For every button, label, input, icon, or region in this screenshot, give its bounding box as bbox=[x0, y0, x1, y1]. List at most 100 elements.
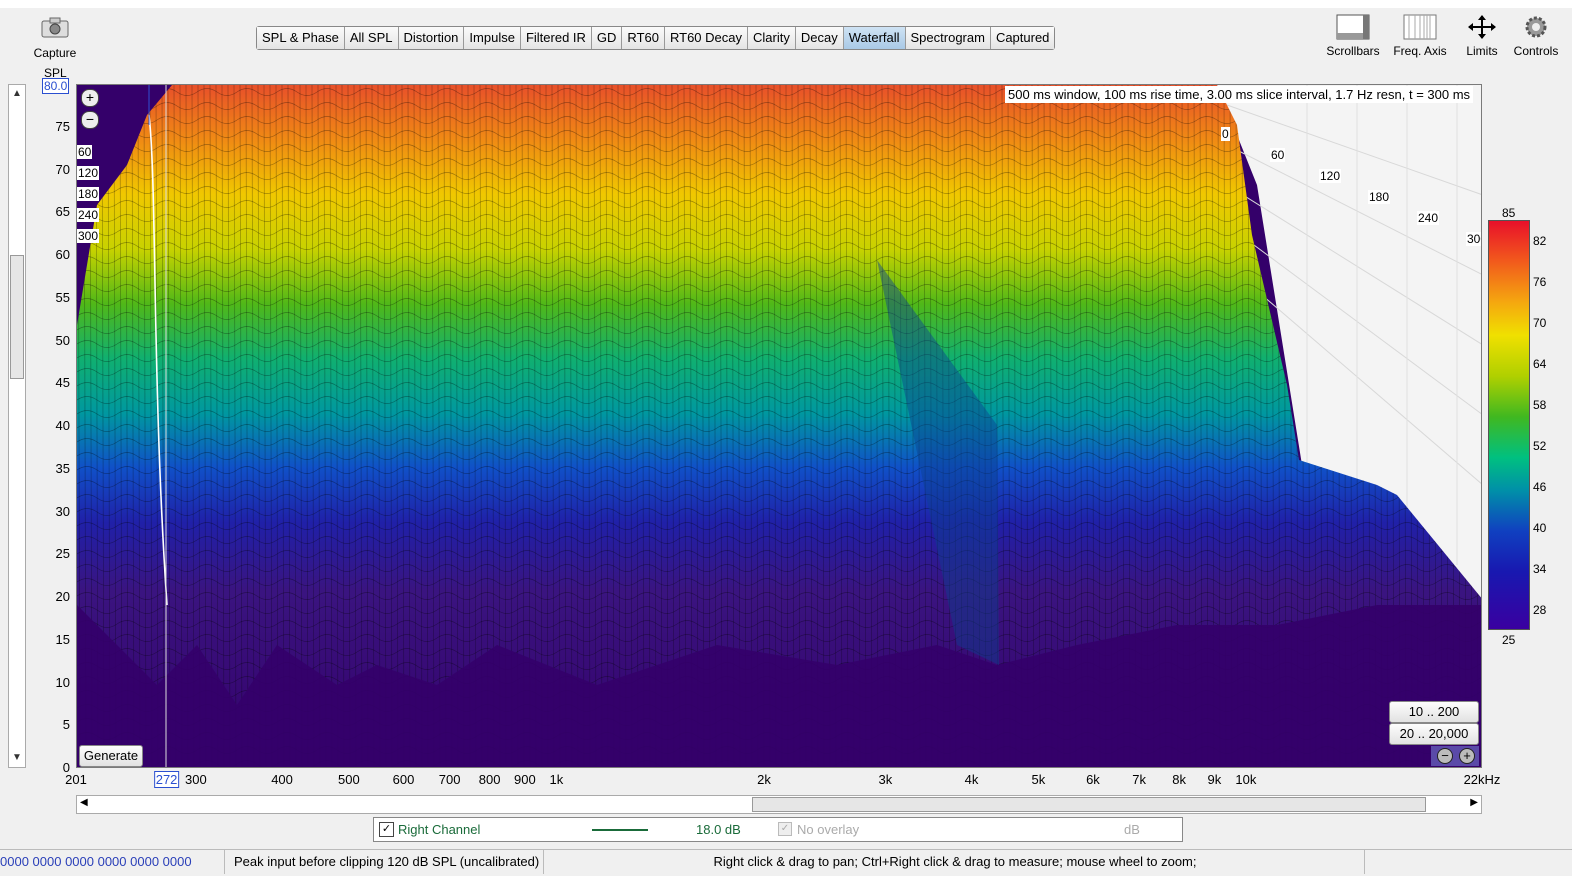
scroll-left-arrow-icon[interactable]: ◀ bbox=[80, 797, 88, 808]
vertical-scroll-thumb[interactable] bbox=[10, 255, 24, 379]
y-tick-label: 60 bbox=[55, 247, 70, 262]
range-20-20000-button[interactable]: 20 .. 20,000 bbox=[1389, 723, 1479, 745]
limits-button[interactable]: Limits bbox=[1452, 14, 1512, 58]
scrollbars-button[interactable]: Scrollbars bbox=[1322, 14, 1384, 58]
tab-decay[interactable]: Decay bbox=[795, 27, 844, 49]
time-label-right: 120 bbox=[1319, 169, 1342, 183]
time-label-right: 60 bbox=[1270, 148, 1286, 162]
right-channel-checkbox[interactable]: ✓ bbox=[379, 822, 394, 837]
status-bar: 0000 0000 0000 0000 0000 0000 Peak input… bbox=[0, 849, 1572, 876]
time-label-right: 300 bbox=[1466, 232, 1481, 246]
y-tick-label: 70 bbox=[55, 161, 70, 177]
y-tick-label: 45 bbox=[55, 375, 70, 391]
x-tick-label: 22kHz bbox=[1463, 772, 1501, 787]
y-tick-label: 40 bbox=[55, 418, 70, 433]
status-levels: 0000 0000 0000 0000 0000 0000 bbox=[0, 850, 225, 874]
colorbar-tick-label: 46 bbox=[1533, 479, 1547, 494]
scrollbars-icon bbox=[1322, 14, 1384, 40]
y-tick-label: 5 bbox=[62, 717, 70, 733]
zoom-out-circle-icon[interactable]: − bbox=[1437, 748, 1453, 764]
y-tick-label: 65 bbox=[55, 204, 70, 220]
generate-button[interactable]: Generate bbox=[79, 745, 143, 767]
colorbar-tick-label: 82 bbox=[1533, 233, 1547, 248]
colorbar-tick-label: 58 bbox=[1533, 397, 1547, 412]
tab-bar: SPL & Phase All SPL Distortion Impulse Filte… bbox=[256, 26, 1056, 50]
time-label-right: 180 bbox=[1368, 190, 1391, 204]
scroll-right-arrow-icon[interactable]: ▶ bbox=[1470, 797, 1478, 808]
controls-button[interactable]: Controls bbox=[1506, 14, 1566, 58]
x-tick-label: 4k bbox=[964, 772, 979, 787]
legend-bar: ✓ Right Channel 18.0 dB ✓ No overlay dB bbox=[373, 817, 1183, 842]
x-tick-label: 9k bbox=[1207, 772, 1222, 787]
colorbar-tick-label: 34 bbox=[1533, 561, 1547, 576]
x-tick-label: 700 bbox=[438, 772, 461, 787]
y-top-value: 80.0 bbox=[42, 78, 70, 94]
y-tick-label: 30 bbox=[55, 503, 70, 519]
time-label-left: 240 bbox=[77, 208, 100, 222]
status-hint: Right click & drag to pan; Ctrl+Right cl… bbox=[546, 850, 1365, 874]
x-tick-label: 201 bbox=[65, 772, 87, 787]
x-tick-label: 8k bbox=[1172, 772, 1186, 787]
colorbar-tick-label: 40 bbox=[1533, 520, 1547, 535]
waterfall-surface bbox=[77, 85, 1481, 767]
range-10-200-button[interactable]: 10 .. 200 bbox=[1389, 701, 1479, 723]
zoom-controls: − + bbox=[1431, 746, 1479, 766]
controls-label: Controls bbox=[1513, 44, 1559, 58]
scroll-down-arrow-icon[interactable]: ▼ bbox=[9, 749, 25, 767]
tab-waterfall[interactable]: Waterfall bbox=[843, 27, 906, 49]
capture-button[interactable]: Capture bbox=[25, 16, 85, 60]
tab-spectrogram[interactable]: Spectrogram bbox=[905, 27, 991, 49]
right-channel-value: 18.0 dB bbox=[696, 822, 741, 837]
cursor-frequency: 272 bbox=[153, 771, 180, 788]
tab-rt60-decay[interactable]: RT60 Decay bbox=[664, 27, 748, 49]
right-channel-label: Right Channel bbox=[398, 822, 481, 837]
y-tick-label: 15 bbox=[55, 631, 70, 647]
tab-spl-phase[interactable]: SPL & Phase bbox=[257, 27, 345, 49]
horizontal-scroll-thumb[interactable] bbox=[752, 797, 1426, 812]
scroll-up-arrow-icon[interactable]: ▲ bbox=[9, 85, 25, 103]
x-tick-label: 900 bbox=[514, 772, 536, 787]
vertical-scrollbar[interactable]: ▲ ▼ bbox=[8, 84, 26, 768]
no-overlay-checkbox[interactable]: ✓ bbox=[778, 822, 792, 836]
title-strip bbox=[0, 0, 1572, 8]
tab-clarity[interactable]: Clarity bbox=[748, 27, 796, 49]
x-tick-label: 2k bbox=[757, 772, 771, 787]
waterfall-plot[interactable]: + − 500 ms window, 100 ms rise time, 3.0… bbox=[76, 84, 1482, 768]
time-label-left: 180 bbox=[77, 187, 100, 201]
colorbar-tick-label: 64 bbox=[1533, 356, 1547, 371]
right-channel-line bbox=[592, 829, 648, 831]
x-tick-label: 3k bbox=[878, 772, 893, 787]
x-tick-label: 400 bbox=[271, 772, 293, 787]
waterfall-info: 500 ms window, 100 ms rise time, 3.00 ms… bbox=[1005, 86, 1474, 103]
zoom-out-icon[interactable]: − bbox=[81, 111, 99, 129]
zoom-in-icon[interactable]: + bbox=[81, 89, 99, 107]
y-tick-label: 50 bbox=[55, 332, 70, 348]
camera-icon bbox=[25, 16, 85, 42]
horizontal-scrollbar[interactable]: ◀ ▶ bbox=[76, 795, 1482, 814]
x-tick-label: 7k bbox=[1132, 772, 1146, 787]
no-overlay-label: No overlay bbox=[797, 822, 860, 837]
zoom-in-circle-icon[interactable]: + bbox=[1459, 748, 1475, 764]
freq-axis-label: Freq. Axis bbox=[1393, 44, 1447, 58]
time-label-left: 300 bbox=[77, 229, 100, 243]
tab-captured[interactable]: Captured bbox=[990, 27, 1055, 49]
freq-axis-button[interactable]: Freq. Axis bbox=[1390, 14, 1450, 58]
gear-icon bbox=[1506, 14, 1566, 40]
tab-gd[interactable]: GD bbox=[591, 27, 623, 49]
tab-impulse[interactable]: Impulse bbox=[464, 27, 521, 49]
limits-icon bbox=[1452, 14, 1512, 40]
tab-distortion[interactable]: Distortion bbox=[398, 27, 465, 49]
capture-label: Capture bbox=[33, 46, 77, 60]
tab-filtered-ir[interactable]: Filtered IR bbox=[520, 27, 592, 49]
tab-rt60[interactable]: RT60 bbox=[622, 27, 665, 49]
freq-axis-icon bbox=[1390, 14, 1450, 40]
color-scale bbox=[1488, 220, 1530, 630]
x-tick-label: 500 bbox=[338, 772, 360, 787]
x-tick-label: 600 bbox=[392, 772, 415, 787]
scrollbars-label: Scrollbars bbox=[1326, 44, 1380, 58]
colorbar-tick-label: 52 bbox=[1533, 438, 1547, 453]
y-tick-label: 25 bbox=[55, 546, 70, 562]
y-tick-label: 20 bbox=[55, 589, 70, 604]
colorbar-max: 85 bbox=[1502, 206, 1516, 220]
tab-all-spl[interactable]: All SPL bbox=[344, 27, 399, 49]
